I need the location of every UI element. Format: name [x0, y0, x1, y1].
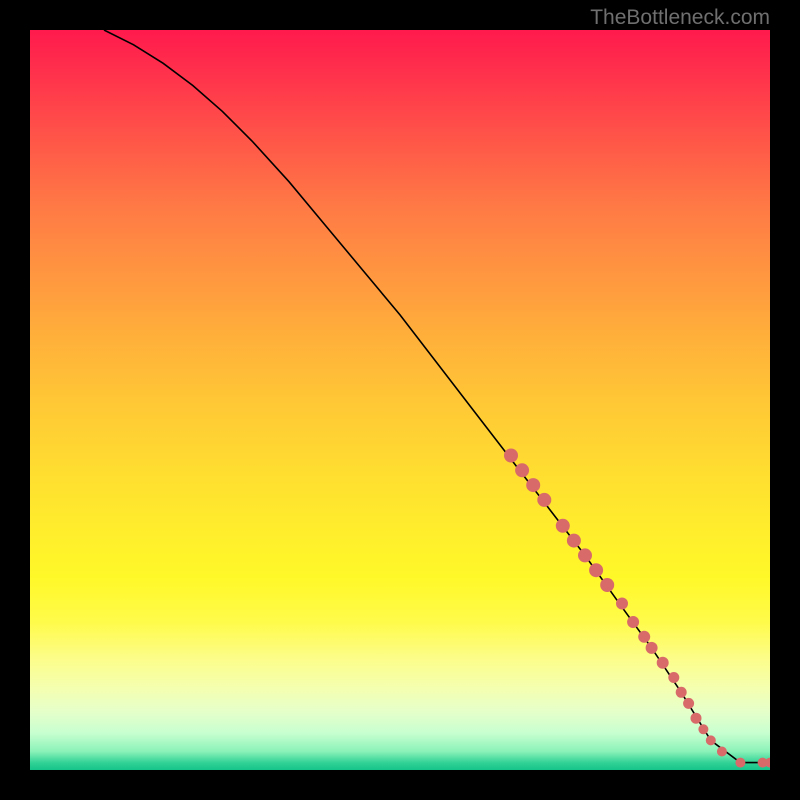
scatter-cluster — [504, 449, 770, 768]
scatter-point — [668, 672, 679, 683]
scatter-point — [526, 478, 540, 492]
scatter-point — [646, 642, 658, 654]
scatter-point — [691, 713, 702, 724]
scatter-point — [638, 631, 650, 643]
scatter-point — [676, 687, 687, 698]
scatter-point — [657, 657, 669, 669]
scatter-point — [556, 519, 570, 533]
scatter-point — [706, 735, 716, 745]
plot-area — [30, 30, 770, 770]
chart-frame: TheBottleneck.com — [0, 0, 800, 800]
scatter-point — [578, 548, 592, 562]
chart-svg — [30, 30, 770, 770]
scatter-point — [537, 493, 551, 507]
scatter-point — [600, 578, 614, 592]
attribution-text: TheBottleneck.com — [590, 6, 770, 30]
scatter-point — [504, 449, 518, 463]
scatter-point — [567, 534, 581, 548]
scatter-point — [589, 563, 603, 577]
scatter-point — [698, 724, 708, 734]
scatter-point — [735, 758, 745, 768]
scatter-point — [616, 598, 628, 610]
scatter-point — [515, 463, 529, 477]
series-curve — [104, 30, 770, 763]
scatter-point — [683, 698, 694, 709]
scatter-point — [717, 747, 727, 757]
scatter-point — [627, 616, 639, 628]
